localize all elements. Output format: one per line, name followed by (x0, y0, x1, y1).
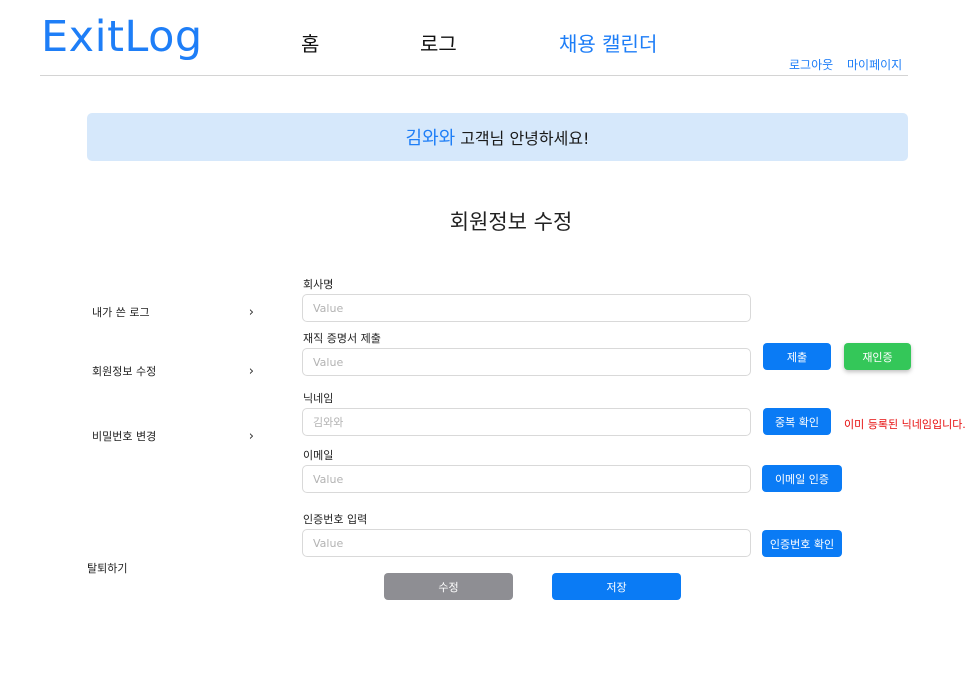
code-input[interactable] (302, 529, 751, 557)
sidebar-item-my-logs[interactable]: 내가 쓴 로그 › (92, 304, 254, 320)
nickname-label: 닉네임 (303, 392, 334, 405)
code-label: 인증번호 입력 (303, 513, 368, 526)
edit-button[interactable]: 수정 (384, 573, 513, 600)
sidebar-item-edit-profile[interactable]: 회원정보 수정 › (92, 363, 254, 379)
email-verify-button[interactable]: 이메일 인증 (762, 465, 842, 492)
user-name: 김와와 (405, 128, 456, 149)
nickname-input[interactable] (302, 408, 751, 436)
nickname-duplicate-check-button[interactable]: 중복 확인 (763, 408, 831, 435)
greeting-banner: 김와와 고객님 안녕하세요! (87, 113, 908, 161)
withdraw-link[interactable]: 탈퇴하기 (87, 560, 127, 576)
page-title: 회원정보 수정 (449, 210, 573, 234)
chevron-right-icon: › (248, 363, 254, 379)
reverify-button[interactable]: 재인증 (844, 343, 911, 370)
header-divider (40, 75, 908, 76)
logout-link[interactable]: 로그아웃 (789, 56, 833, 73)
submit-certificate-button[interactable]: 제출 (763, 343, 831, 370)
certificate-input[interactable] (302, 348, 751, 376)
nav-job-calendar[interactable]: 채용 캘린더 (559, 28, 657, 57)
nav-home[interactable]: 홈 (301, 28, 319, 57)
sidebar-item-label: 내가 쓴 로그 (92, 306, 150, 319)
company-label: 회사명 (303, 278, 334, 291)
sidebar-item-label: 비밀번호 변경 (92, 430, 157, 443)
exitlog-logo[interactable]: ExitLog (41, 12, 203, 62)
mypage-link[interactable]: 마이페이지 (847, 56, 902, 73)
sidebar-item-label: 회원정보 수정 (92, 365, 157, 378)
nickname-error-message: 이미 등록된 닉네임입니다. (844, 418, 966, 431)
chevron-right-icon: › (248, 428, 254, 444)
sidebar-item-change-password[interactable]: 비밀번호 변경 › (92, 428, 254, 444)
certificate-label: 재직 증명서 제출 (303, 332, 381, 345)
email-input[interactable] (302, 465, 751, 493)
save-button[interactable]: 저장 (552, 573, 681, 600)
greeting-text: 고객님 안녕하세요! (460, 129, 590, 148)
nav-log[interactable]: 로그 (420, 28, 457, 57)
code-confirm-button[interactable]: 인증번호 확인 (762, 530, 842, 557)
company-input[interactable] (302, 294, 751, 322)
chevron-right-icon: › (248, 304, 254, 320)
email-label: 이메일 (303, 449, 334, 462)
